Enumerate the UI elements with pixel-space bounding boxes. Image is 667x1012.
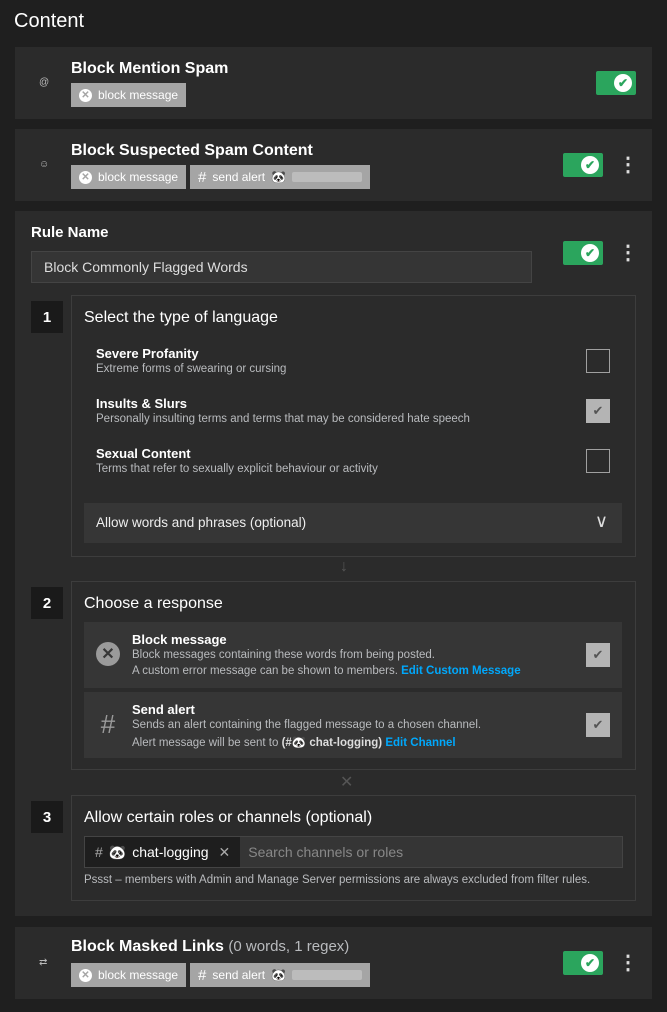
step-language-box: Select the type of language Severe Profa…: [71, 295, 636, 557]
more-options-icon[interactable]: ⋮: [618, 951, 638, 975]
rule-toggle[interactable]: ✔: [563, 241, 603, 265]
arrow-down-icon: ↓: [340, 558, 348, 575]
tag-block-message: ✕ block message: [71, 165, 187, 189]
option-desc: Extreme forms of swearing or cursing: [96, 363, 287, 375]
hash-icon: #: [95, 844, 103, 860]
severe-profanity-checkbox[interactable]: [586, 349, 610, 373]
response-desc-text: Alert message will be sent to: [132, 737, 279, 749]
block-x-icon: ✕: [96, 642, 120, 666]
block-message-checkbox[interactable]: ✔: [586, 643, 610, 667]
rule-editor: Rule Name Block Commonly Flagged Words ✔…: [15, 211, 652, 916]
step-number-2: 2: [31, 587, 63, 619]
spam-face-icon: ☺: [39, 159, 50, 170]
option-title: Insults & Slurs: [96, 396, 188, 411]
rule-name-label: Rule Name: [31, 224, 109, 241]
response-desc: Block messages containing these words fr…: [132, 649, 435, 661]
rule-card-mention-spam[interactable]: @ Block Mention Spam ✕ block message ✔: [15, 47, 652, 119]
remove-chip-icon[interactable]: ✕: [219, 844, 231, 861]
more-options-icon[interactable]: ⋮: [618, 153, 638, 177]
exclusion-note: Pssst – members with Admin and Manage Se…: [84, 874, 591, 886]
close-icon: ✕: [79, 170, 92, 184]
hash-icon: #: [198, 168, 207, 186]
edit-custom-message-link[interactable]: Edit Custom Message: [401, 665, 521, 677]
option-desc: Personally insulting terms and terms tha…: [96, 413, 470, 425]
mention-spam-icon: @: [39, 77, 50, 88]
more-options-icon[interactable]: ⋮: [618, 241, 638, 265]
rule-name-input[interactable]: Block Commonly Flagged Words: [31, 251, 532, 283]
panda-icon: 🐼: [108, 843, 127, 860]
channel-chip[interactable]: # 🐼 chat-logging ✕: [85, 837, 241, 867]
check-icon: ✔: [581, 954, 599, 972]
option-title: Severe Profanity: [96, 346, 199, 361]
search-channels-input[interactable]: [240, 837, 622, 867]
panda-icon: 🐼: [271, 170, 287, 184]
response-block-message[interactable]: ✕ Block message Block messages containin…: [84, 622, 622, 688]
rule-card-suspected-spam[interactable]: ☺ Block Suspected Spam Content ✕ block m…: [15, 129, 652, 201]
rule-name: Block Masked Links: [71, 938, 224, 955]
step-title: Choose a response: [84, 595, 223, 612]
connector-x-icon: ✕: [340, 774, 354, 791]
rule-name-row: Block Masked Links (0 words, 1 regex): [71, 938, 349, 956]
rule-meta: (0 words, 1 regex): [228, 938, 350, 955]
step-title: Allow certain roles or channels (optiona…: [84, 809, 373, 826]
response-send-alert[interactable]: # Send alert Sends an alert containing t…: [84, 692, 622, 758]
sexual-content-checkbox[interactable]: [586, 449, 610, 473]
chevron-down-icon: ∨: [594, 511, 608, 531]
response-desc: Sends an alert containing the flagged me…: [132, 719, 482, 731]
edit-channel-link[interactable]: Edit Channel: [385, 737, 455, 749]
rule-toggle[interactable]: ✔: [563, 951, 603, 975]
section-title: Content: [14, 10, 85, 32]
step-number-1: 1: [31, 301, 63, 333]
step-exclusions-box: Allow certain roles or channels (optiona…: [71, 795, 636, 901]
link-icon: ⇄: [39, 957, 48, 968]
redacted-channel: [292, 970, 363, 980]
response-desc-text: A custom error message can be shown to m…: [132, 665, 398, 677]
option-title: Sexual Content: [96, 446, 191, 461]
option-desc: Terms that refer to sexually explicit be…: [96, 463, 378, 475]
tag-block-message: ✕ block message: [71, 83, 187, 107]
alert-channel: (#🐼 chat-logging): [281, 737, 383, 749]
step-title: Select the type of language: [84, 309, 278, 326]
response-title: Block message: [132, 632, 227, 647]
tag-label: block message: [98, 170, 179, 184]
tag-label: block message: [98, 968, 179, 982]
tag-label: send alert: [212, 170, 266, 184]
check-icon: ✔: [581, 156, 599, 174]
close-icon: ✕: [79, 968, 92, 982]
tag-label: send alert: [212, 968, 266, 982]
hash-icon: #: [100, 708, 116, 739]
redacted-channel: [292, 172, 363, 182]
rule-toggle[interactable]: ✔: [596, 71, 636, 95]
rule-name: Block Suspected Spam Content: [71, 142, 313, 159]
exclusions-field[interactable]: # 🐼 chat-logging ✕: [84, 836, 623, 868]
rule-toggle[interactable]: ✔: [563, 153, 603, 177]
hash-icon: #: [198, 966, 207, 984]
rule-card-masked-links[interactable]: ⇄ Block Masked Links (0 words, 1 regex) …: [15, 927, 652, 999]
send-alert-checkbox[interactable]: ✔: [586, 713, 610, 737]
response-title: Send alert: [132, 702, 195, 717]
tag-block-message: ✕ block message: [71, 963, 187, 987]
tag-send-alert: # send alert 🐼: [190, 165, 371, 189]
step-response-box: Choose a response ✕ Block message Block …: [71, 581, 636, 770]
panda-icon: 🐼: [271, 968, 287, 982]
allow-words-expander[interactable]: Allow words and phrases (optional) ∨: [84, 503, 622, 543]
rule-name: Block Mention Spam: [71, 60, 229, 77]
check-icon: ✔: [614, 74, 632, 92]
tag-send-alert: # send alert 🐼: [190, 963, 371, 987]
chip-label: chat-logging: [132, 844, 209, 860]
close-icon: ✕: [79, 88, 92, 102]
insults-slurs-checkbox[interactable]: ✔: [586, 399, 610, 423]
allow-words-label: Allow words and phrases (optional): [96, 515, 307, 530]
response-desc-2: A custom error message can be shown to m…: [132, 665, 521, 677]
tag-label: block message: [98, 88, 179, 102]
response-desc-2: Alert message will be sent to (#🐼 chat-l…: [132, 735, 456, 749]
check-icon: ✔: [581, 244, 599, 262]
step-number-3: 3: [31, 801, 63, 833]
